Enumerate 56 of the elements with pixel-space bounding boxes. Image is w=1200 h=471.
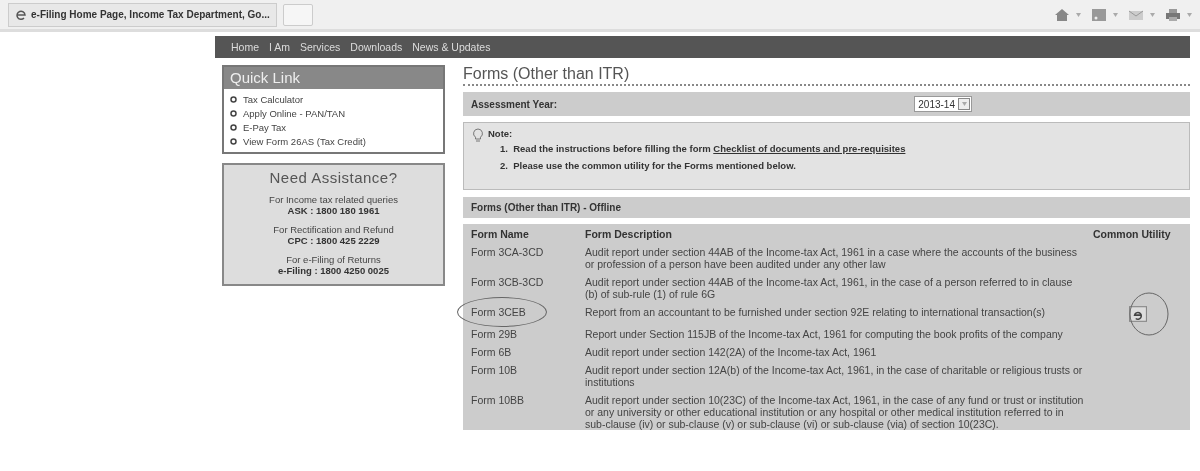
note-text: 1. Read the instructions before filling the form Checklist of documents and pre-requisites [500,143,906,154]
note-label: Note: [488,128,514,139]
form-name[interactable]: Form 3CB-3CD [457,267,565,297]
nav-item[interactable]: News & Updates [412,41,491,53]
form-description: Audit report under section 142(2A) of the Income-tax Act, 1961 [585,346,878,358]
browser-icon [15,8,27,21]
browser-tab[interactable]: e-Filing Home Page, Income Tax Department, Go... [8,2,277,27]
help-label: For Rectification and Refund [273,224,394,235]
note-text: 2. Please use the common utility for the Forms mentioned below. [500,160,797,171]
caret-icon [1187,12,1192,17]
quick-link[interactable]: Tax Calculator [230,94,437,105]
mail-icon[interactable] [1128,8,1144,21]
bullet-icon [230,124,237,131]
quick-link[interactable]: E-Pay Tax [230,122,437,133]
nav-item[interactable]: Home [231,41,259,53]
nav-item[interactable]: Downloads [350,41,403,53]
assessment-label: Assessment Year: [471,98,557,110]
help-label: For Income tax related queries [269,194,398,205]
caret-icon [961,102,967,106]
form-description: Audit report under section 44AB of the Income-tax Act, 1961 in a case where the accounts of the business or profession of a person have been audited under any other law [585,246,1079,270]
form-description: Report from an accountant to be furnished under section 92E relating to international transaction(s) [585,306,1046,320]
home-icon[interactable] [1054,7,1070,22]
bullet-icon [230,96,237,103]
form-name[interactable]: Form 3CA-3CD [457,237,565,267]
print-icon[interactable] [1165,7,1181,22]
column-header: Common Utility [1093,228,1172,240]
quick-link[interactable]: View Form 26AS (Tax Credit) [230,136,437,147]
checklist-link[interactable]: Checklist of documents and pre-requisites [713,143,906,154]
form-description: Audit report under section 44AB of the Income-tax Act, 1961, in the case of a person referred to in clause (b) of sub-rule (1) of rule 6G [585,276,1074,300]
help-number: e-Filing : 1800 4250 0025 [278,265,389,276]
bullet-icon [230,110,237,117]
lightbulb-icon [472,128,484,142]
form-description: Report under Section 115JB of the Income-tax Act, 1961 for computing the book profits of the company [585,328,1064,340]
caret-icon [1113,12,1118,17]
panel-title: Quick Link [224,67,443,89]
help-number: ASK : 1800 180 1961 [287,205,380,216]
panel-title: Need Assistance? [269,169,398,186]
column-header: Form Description [585,228,673,240]
caret-icon [1150,12,1155,17]
caret-icon [1076,12,1081,17]
annotation-ellipse [1129,292,1169,336]
section-title: Forms (Other than ITR) - Offline [471,202,621,213]
form-name[interactable]: Form 10BB [457,385,546,415]
help-number: CPC : 1800 425 2229 [287,235,380,246]
form-description: Audit report under section 12A(b) of the Income-tax Act, 1961, in the case of charitable or religious trusts or institutions [585,364,1084,388]
column-header: Form Name [471,228,530,240]
utility-download-icon[interactable] [1128,306,1147,322]
nav-item[interactable]: Services [300,41,341,53]
quick-link[interactable]: Apply Online - PAN/TAN [230,108,437,119]
form-description: Audit report under section 10(23C) of the Income-tax Act, 1961, in the case of any fund or trust or institution or any university or other educational institution or any hospital or other medical institution referred to in sub-clause (iv) or sub-clause (v) or sub-clause (vi) or sub-clause (via) of section 10(23C). [585,394,1085,430]
nav-item[interactable]: I Am [269,41,291,53]
bullet-icon [230,138,237,145]
page-title: Forms (Other than ITR) [463,65,1190,86]
feed-icon[interactable] [1091,7,1107,22]
year-select[interactable]: 2013-14 [914,96,972,112]
help-label: For e-Filing of Returns [286,254,381,265]
